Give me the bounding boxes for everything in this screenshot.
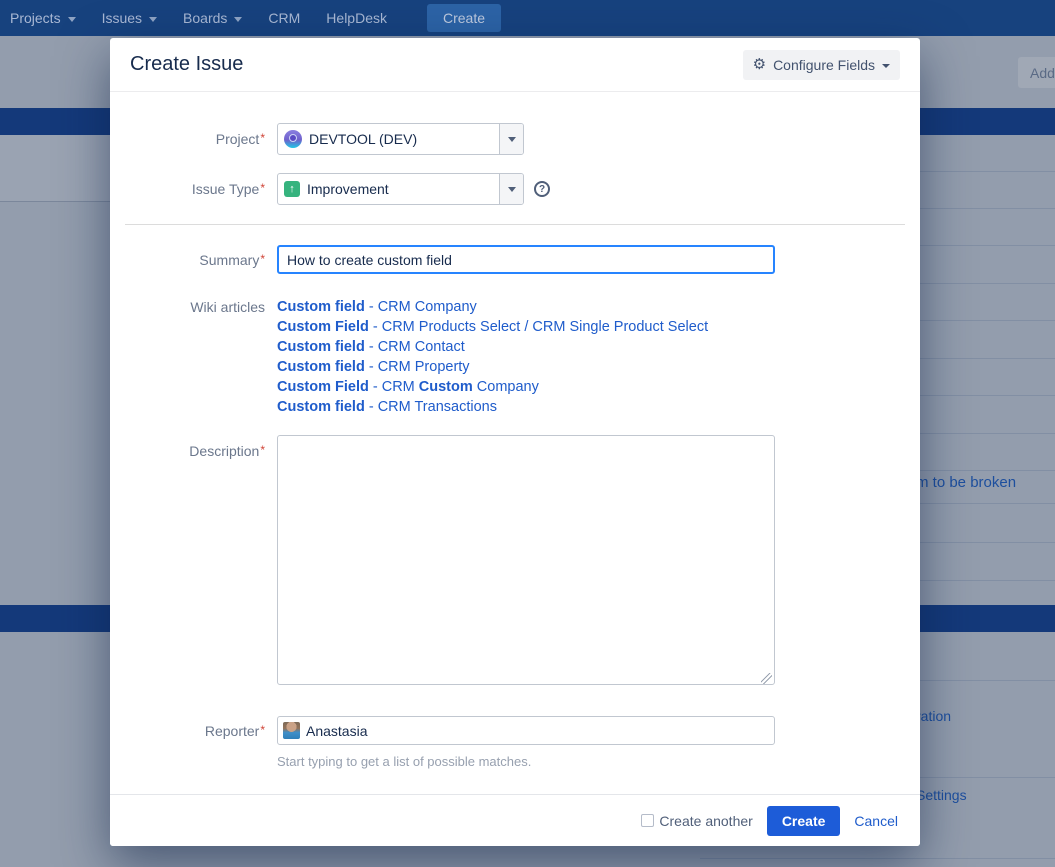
nav-item-label: Boards: [183, 10, 227, 26]
issue-type-field-row: Issue Type ↑ Improvement ?: [110, 173, 920, 205]
configure-fields-button[interactable]: ⚙ Configure Fields: [743, 50, 900, 80]
gear-icon: ⚙: [753, 57, 766, 72]
reporter-field-row: Reporter: [110, 716, 920, 745]
issue-type-select-value: Improvement: [307, 181, 389, 197]
wiki-article-row: Custom Field - CRM Custom Company: [277, 377, 708, 397]
project-select-value: DEVTOOL (DEV): [309, 131, 417, 147]
project-label: Project: [110, 131, 277, 147]
reporter-label: Reporter: [110, 723, 277, 739]
global-create-button[interactable]: Create: [427, 4, 501, 32]
chevron-down-icon: [508, 137, 516, 142]
create-another-label: Create another: [659, 813, 752, 829]
project-select[interactable]: DEVTOOL (DEV): [277, 123, 524, 155]
cancel-link[interactable]: Cancel: [854, 813, 898, 829]
reporter-input[interactable]: [277, 716, 775, 745]
chevron-down-icon: [234, 17, 242, 22]
project-field-row: Project DEVTOOL (DEV): [110, 123, 920, 155]
chevron-down-icon: [508, 187, 516, 192]
nav-item-label: CRM: [268, 10, 300, 26]
summary-input[interactable]: [277, 245, 775, 274]
form-divider: [125, 224, 905, 225]
dialog-footer: Create another Create Cancel: [110, 794, 920, 846]
nav-item-boards[interactable]: Boards: [183, 10, 242, 26]
add-gadget-button[interactable]: Add g: [1018, 57, 1055, 88]
wiki-article-link[interactable]: Custom field - CRM Company: [277, 299, 477, 315]
wiki-articles-row: Wiki articles Custom field - CRM Company…: [110, 297, 920, 417]
create-issue-dialog: Create Issue ⚙ Configure Fields Project …: [110, 38, 920, 846]
chevron-down-icon: [68, 17, 76, 22]
nav-item-issues[interactable]: Issues: [102, 10, 157, 26]
background-link-broken[interactable]: m to be broken: [916, 474, 1016, 491]
nav-item-label: HelpDesk: [326, 10, 387, 26]
textarea-resize-handle[interactable]: [761, 673, 772, 684]
wiki-article-link[interactable]: Custom field - CRM Contact: [277, 339, 465, 355]
top-navigation-bar: Projects Issues Boards CRM HelpDesk Create: [0, 0, 1055, 36]
wiki-articles-list: Custom field - CRM Company Custom Field -…: [277, 297, 708, 417]
wiki-article-row: Custom field - CRM Transactions: [277, 397, 708, 417]
background-link-ration[interactable]: ration: [916, 708, 951, 724]
nav-item-label: Issues: [102, 10, 142, 26]
wiki-article-link[interactable]: Custom Field - CRM Products Select / CRM…: [277, 319, 708, 335]
issue-type-help-icon[interactable]: ?: [534, 181, 550, 197]
nav-item-label: Projects: [10, 10, 61, 26]
dialog-title: Create Issue: [130, 53, 243, 76]
dialog-body: Project DEVTOOL (DEV) Issue Type ↑ Impro…: [110, 92, 920, 769]
create-button[interactable]: Create: [767, 806, 841, 836]
issue-type-label: Issue Type: [110, 181, 277, 197]
issue-type-select-dropdown-button[interactable]: [499, 174, 523, 204]
wiki-article-link[interactable]: Custom field - CRM Transactions: [277, 399, 497, 415]
dialog-header: Create Issue ⚙ Configure Fields: [110, 38, 920, 92]
chevron-down-icon: [882, 64, 890, 68]
wiki-article-row: Custom field - CRM Property: [277, 357, 708, 377]
description-label: Description: [110, 435, 277, 690]
chevron-down-icon: [149, 17, 157, 22]
improvement-issue-type-icon: ↑: [284, 181, 300, 197]
reporter-avatar: [283, 722, 300, 739]
project-select-dropdown-button[interactable]: [499, 124, 523, 154]
wiki-article-row: Custom field - CRM Company: [277, 297, 708, 317]
wiki-article-link[interactable]: Custom field - CRM Property: [277, 359, 470, 375]
nav-item-projects[interactable]: Projects: [10, 10, 76, 26]
description-textarea[interactable]: [277, 435, 775, 685]
create-another-checkbox[interactable]: [641, 814, 654, 827]
issue-type-select[interactable]: ↑ Improvement: [277, 173, 524, 205]
list-row-separator: [700, 858, 1055, 859]
reporter-help-text: Start typing to get a list of possible m…: [277, 754, 920, 769]
summary-label: Summary: [110, 252, 277, 268]
nav-item-helpdesk[interactable]: HelpDesk: [326, 10, 387, 26]
background-link-settings[interactable]: Settings: [916, 787, 967, 803]
configure-fields-label: Configure Fields: [773, 57, 875, 73]
wiki-article-row: Custom Field - CRM Products Select / CRM…: [277, 317, 708, 337]
wiki-article-row: Custom field - CRM Contact: [277, 337, 708, 357]
nav-item-crm[interactable]: CRM: [268, 10, 300, 26]
wiki-articles-label: Wiki articles: [110, 297, 277, 417]
wiki-article-link[interactable]: Custom Field - CRM Custom Company: [277, 379, 539, 395]
description-field-row: Description: [110, 435, 920, 690]
project-avatar-icon: [284, 130, 302, 148]
summary-field-row: Summary: [110, 245, 920, 274]
dashboard-gadget-panel: [0, 135, 110, 202]
